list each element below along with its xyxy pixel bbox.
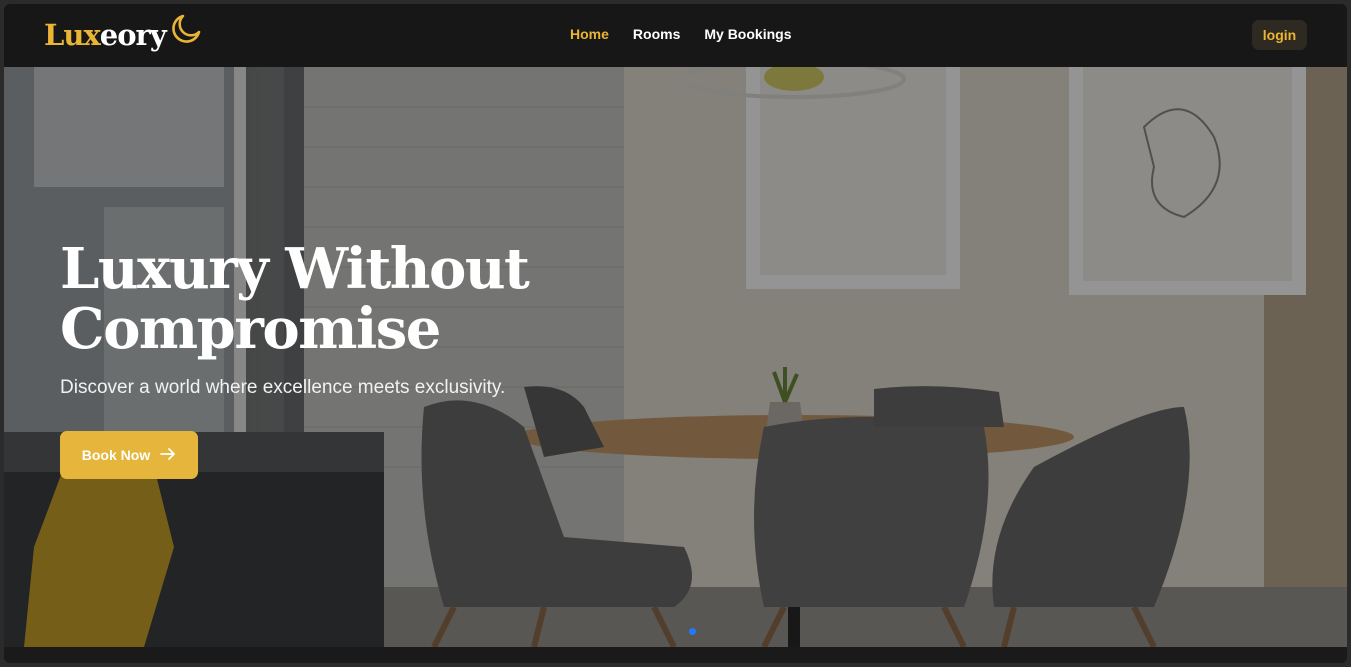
nav-links: Home Rooms My Bookings	[570, 26, 791, 42]
book-now-button[interactable]: Book Now	[60, 431, 198, 479]
brand-name-part1: Lux	[44, 18, 101, 52]
carousel-indicator-dot[interactable]	[689, 628, 696, 635]
nav-item-home[interactable]: Home	[570, 26, 609, 42]
hero-subtitle: Discover a world where excellence meets …	[60, 377, 506, 398]
navbar: Lux eory Home Rooms My Bookings login	[4, 4, 1347, 67]
hero-content: Luxury Without Compromise Discover a wor…	[60, 239, 580, 399]
brand-logo[interactable]: Lux eory	[44, 14, 202, 52]
nav-item-my-bookings[interactable]: My Bookings	[704, 26, 791, 42]
app-window: Lux eory Home Rooms My Bookings login Lu…	[4, 4, 1347, 663]
nav-item-rooms[interactable]: Rooms	[633, 26, 680, 42]
book-now-label: Book Now	[81, 447, 151, 463]
login-button[interactable]: login	[1252, 20, 1307, 50]
arrow-right-icon	[160, 447, 176, 464]
page-bottom-strip	[4, 647, 1347, 663]
crescent-moon-icon	[170, 13, 202, 52]
brand-name-part2: eory	[99, 18, 167, 52]
hero-title: Luxury Without Compromise	[60, 236, 530, 362]
hero-banner: Luxury Without Compromise Discover a wor…	[4, 67, 1347, 647]
